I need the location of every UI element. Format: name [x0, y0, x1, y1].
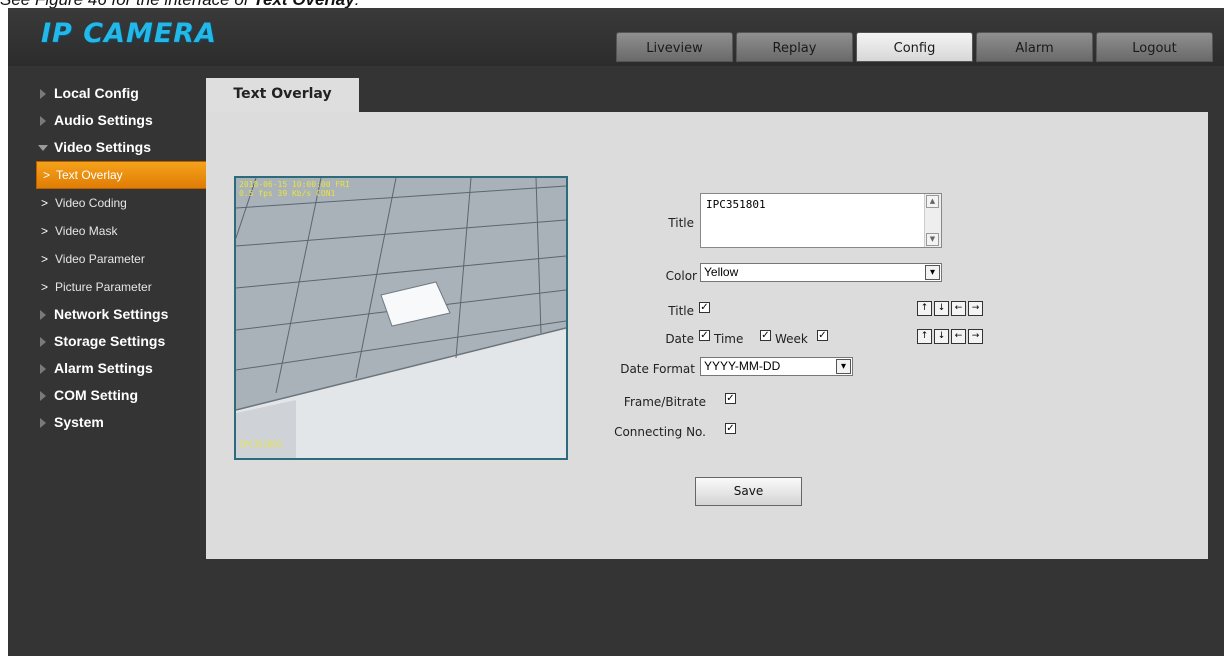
chevron-right-icon: >	[41, 224, 49, 238]
time-label: Time	[714, 332, 744, 346]
connecting-no-checkbox[interactable]: ✓	[725, 423, 736, 434]
date-format-select[interactable]: YYYY-MM-DD ▾	[700, 357, 853, 376]
title-position-arrows: ↑ ↓ ← →	[917, 301, 985, 316]
sidebar-subitem-text-overlay[interactable]: > Text Overlay	[36, 161, 210, 189]
sidebar-item-audio-settings[interactable]: Audio Settings	[8, 107, 208, 134]
top-nav: Liveview Replay Config Alarm Logout	[616, 32, 1216, 62]
arrow-left-icon[interactable]: ←	[951, 329, 966, 344]
collapsed-triangle-icon	[40, 418, 46, 428]
scroll-up-icon[interactable]: ▲	[926, 195, 939, 208]
sidebar-item-video-settings[interactable]: Video Settings	[8, 134, 208, 161]
sidebar-subitem-picture-parameter[interactable]: > Picture Parameter	[8, 273, 208, 301]
sidebar-subitem-video-parameter[interactable]: > Video Parameter	[8, 245, 208, 273]
textarea-scrollbar[interactable]: ▲ ▼	[924, 194, 941, 247]
sidebar-item-storage-settings[interactable]: Storage Settings	[8, 328, 208, 355]
chevron-right-icon: >	[41, 252, 49, 266]
color-value: Yellow	[704, 265, 739, 279]
sidebar-item-system[interactable]: System	[8, 409, 208, 436]
content-tab-text-overlay[interactable]: Text Overlay	[206, 78, 359, 112]
tab-replay[interactable]: Replay	[736, 32, 853, 62]
collapsed-triangle-icon	[40, 364, 46, 374]
connecting-no-label: Connecting No.	[614, 425, 706, 439]
chevron-right-icon: >	[41, 196, 49, 210]
header: IP CAMERA Liveview Replay Config Alarm L…	[8, 8, 1224, 66]
video-preview: 2018-06-15 10:00:00 FRI 0.5 fps 39 Kb/s …	[234, 176, 568, 460]
date-format-value: YYYY-MM-DD	[704, 359, 781, 373]
sidebar-item-alarm-settings[interactable]: Alarm Settings	[8, 355, 208, 382]
chevron-down-icon: ▾	[836, 359, 851, 374]
frame-bitrate-label: Frame/Bitrate	[623, 395, 706, 409]
date-label: Date	[665, 332, 694, 346]
tab-logout[interactable]: Logout	[1096, 32, 1213, 62]
title-check-label: Title	[668, 304, 694, 318]
arrow-right-icon[interactable]: →	[968, 301, 983, 316]
chevron-right-icon: >	[41, 280, 49, 294]
expanded-triangle-icon	[38, 145, 48, 151]
osd-datetime: 2018-06-15 10:00:00 FRI	[239, 180, 350, 189]
app-logo: IP CAMERA	[41, 18, 217, 49]
week-checkbox[interactable]: ✓	[817, 330, 828, 341]
time-checkbox[interactable]: ✓	[760, 330, 771, 341]
tab-alarm[interactable]: Alarm	[976, 32, 1093, 62]
settings-panel: 2018-06-15 10:00:00 FRI 0.5 fps 39 Kb/s …	[206, 112, 1208, 559]
title-label: Title	[668, 216, 694, 230]
tab-config[interactable]: Config	[856, 32, 973, 62]
arrow-down-icon[interactable]: ↓	[934, 301, 949, 316]
sidebar-subitem-video-mask[interactable]: > Video Mask	[8, 217, 208, 245]
color-select[interactable]: Yellow ▾	[700, 263, 942, 282]
save-button[interactable]: Save	[695, 477, 802, 506]
arrow-right-icon[interactable]: →	[968, 329, 983, 344]
osd-bitrate: 0.5 fps 39 Kb/s CON1	[239, 189, 336, 198]
arrow-up-icon[interactable]: ↑	[917, 329, 932, 344]
sidebar: Local Config Audio Settings Video Settin…	[8, 80, 210, 436]
camera-app: IP CAMERA Liveview Replay Config Alarm L…	[8, 8, 1224, 656]
collapsed-triangle-icon	[40, 116, 46, 126]
title-checkbox[interactable]: ✓	[699, 302, 710, 313]
ceiling-scene	[236, 178, 566, 458]
date-checkbox[interactable]: ✓	[699, 330, 710, 341]
title-textarea[interactable]: IPC351801 ▲ ▼	[700, 193, 942, 248]
tab-liveview[interactable]: Liveview	[616, 32, 733, 62]
collapsed-triangle-icon	[40, 391, 46, 401]
color-label: Color	[665, 269, 697, 283]
week-label: Week	[775, 332, 808, 346]
arrow-left-icon[interactable]: ←	[951, 301, 966, 316]
sidebar-item-network-settings[interactable]: Network Settings	[8, 301, 208, 328]
date-format-label: Date Format	[620, 362, 695, 376]
figure-caption: See Figure 46 for the interface of Text …	[0, 0, 359, 9]
collapsed-triangle-icon	[40, 310, 46, 320]
collapsed-triangle-icon	[40, 337, 46, 347]
chevron-down-icon: ▾	[925, 265, 940, 280]
chevron-right-icon: >	[43, 168, 51, 182]
sidebar-subitem-video-coding[interactable]: > Video Coding	[8, 189, 208, 217]
frame-bitrate-checkbox[interactable]: ✓	[725, 393, 736, 404]
collapsed-triangle-icon	[40, 89, 46, 99]
arrow-down-icon[interactable]: ↓	[934, 329, 949, 344]
scroll-down-icon[interactable]: ▼	[926, 233, 939, 246]
arrow-up-icon[interactable]: ↑	[917, 301, 932, 316]
sidebar-item-local-config[interactable]: Local Config	[8, 80, 208, 107]
title-text: IPC351801	[706, 198, 766, 211]
date-position-arrows: ↑ ↓ ← →	[917, 329, 985, 344]
osd-title: IPC351801	[239, 440, 283, 449]
sidebar-item-com-setting[interactable]: COM Setting	[8, 382, 208, 409]
